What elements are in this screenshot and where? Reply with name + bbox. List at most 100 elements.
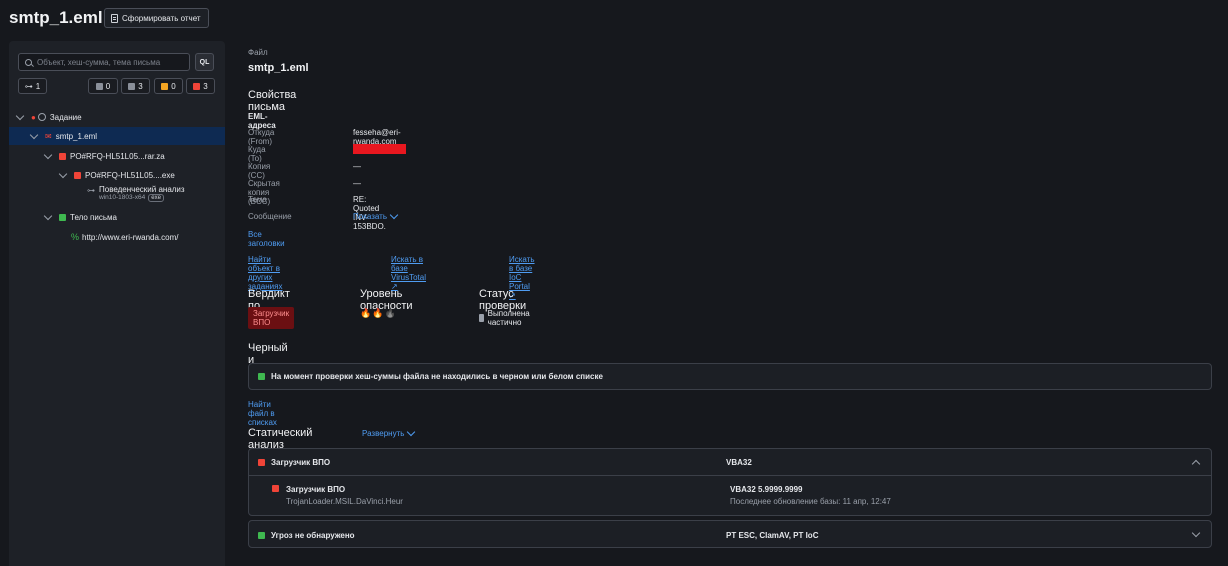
alert-icon: ● [31,112,36,122]
all-headers-link[interactable]: Все заголовки [248,230,285,248]
circle-status-icon [37,113,46,121]
generate-report-button[interactable]: Сформировать отчет [104,8,209,28]
counter-gray[interactable]: 0 [88,78,118,94]
field-cc-value: — [353,162,361,171]
chevron-down-icon[interactable] [1191,528,1201,538]
chevron-down-icon [389,210,399,220]
ql-button[interactable]: QL [195,53,214,71]
tree-structure-icon: ⊶ [24,81,33,91]
lists-message-row: На момент проверки хеш-суммы файла не на… [258,372,1211,381]
static-result-clean: Угроз не обнаружено PT ESC, ClamAV, PT I… [248,520,1212,548]
verdict-badge: Загрузчик ВПО [248,307,295,329]
red-square-icon [272,485,279,492]
counter-yellow[interactable]: 0 [154,78,183,94]
search-box[interactable] [18,53,190,71]
sidebar: QL ⊶ 1 0 3 0 3 ● Задание ✉ smtp_1.eml PO… [9,41,225,566]
static-detail-update: Последнее обновление базы: 11 апр, 12:47 [730,497,891,506]
tree-item-email-label: smtp_1.eml [55,131,98,141]
green-square-icon [258,531,265,539]
partial-status-icon [479,314,484,322]
static-row-name: Загрузчик ВПО [271,457,331,467]
envelope-icon: ✉ [45,131,52,141]
tree-item-body-label: Тело письма [70,212,117,222]
counter-box-value: 3 [138,81,143,91]
static-result-malware: Загрузчик ВПО VBA32 Загрузчик ВПО Trojan… [248,448,1212,516]
static-detail-engine: VBA32 5.9999.9999 [730,485,803,494]
show-message-label: Показать [353,212,388,221]
tree-item-task[interactable]: ● Задание [9,108,225,126]
box-icon [128,82,136,90]
red-square-icon [258,458,265,466]
tree-item-behavior[interactable]: ⊶ Поведенческий анализ win10-1803-x64 exe [9,185,225,209]
process-icon: ⊶ [87,186,95,195]
document-icon [111,13,118,23]
tree-item-body[interactable]: Тело письма [9,208,225,226]
field-from-label: Откуда (From) [248,128,275,146]
field-bcc-value: — [353,179,361,188]
check-status: Выполнена частично [479,309,533,327]
tree-item-task-label: Задание [49,112,82,122]
redacted-to-value [353,144,406,154]
field-subject-label: Тема [248,195,267,204]
search-icon [25,58,32,66]
counter-red[interactable]: 3 [186,78,215,94]
search-input[interactable] [37,57,182,67]
chevron-down-icon [58,169,68,178]
flame-inactive-icon: 🔥 [384,308,396,318]
find-in-other-tasks-link[interactable]: Найти объект в других заданиях [248,255,282,291]
tree-item-archive[interactable]: PO#RFQ-HL51L05...rar.za [9,147,225,165]
find-in-lists-link[interactable]: Найти файл в списках [248,400,277,427]
tree-item-executable-label: PO#RFQ-HL51L05....exe [85,170,175,180]
static-expand-button[interactable]: Развернуть [362,427,416,438]
counter-tree-value: 1 [35,81,41,91]
counter-tree[interactable]: ⊶ 1 [18,78,47,94]
field-to-label: Куда (To) [248,145,266,163]
link-icon: % [71,232,80,242]
danger-level-flames: 🔥 🔥 🔥 [360,308,396,319]
page-title: smtp_1.eml [9,8,103,27]
show-message-link[interactable]: Показать [353,210,399,221]
virustotal-link[interactable]: Искать в базе VirusTotal ↗ [391,255,426,291]
chevron-down-icon [43,211,53,220]
field-message-label: Сообщение [248,212,292,221]
gray-square-icon [95,82,103,90]
exe-badge: exe [148,194,164,202]
static-row-clean-header[interactable]: Угроз не обнаружено PT ESC, ClamAV, PT I… [249,521,1211,549]
top-bar: smtp_1.eml Сформировать отчет [0,0,1228,40]
tree-item-archive-label: PO#RFQ-HL51L05...rar.za [70,151,165,161]
behavior-env: win10-1803-x64 [99,194,146,201]
green-square-icon [59,213,66,221]
tree-item-email[interactable]: ✉ smtp_1.eml [9,127,225,145]
flame-active-icon: 🔥 [360,308,372,318]
counter-gray-value: 0 [105,81,111,91]
green-square-icon [258,373,265,380]
generate-report-label: Сформировать отчет [122,13,201,23]
static-row-engine: VBA32 [726,457,752,467]
file-name: smtp_1.eml [248,62,309,74]
file-label: Файл [248,48,268,57]
chevron-down-icon [15,111,25,120]
chevron-down-icon [29,130,39,139]
red-square-icon [193,82,201,90]
static-row-clean-engines: PT ESC, ClamAV, PT IoC [726,530,819,540]
tree-item-executable[interactable]: PO#RFQ-HL51L05....exe [9,166,225,184]
static-detail-name: Загрузчик ВПО [286,485,346,494]
chevron-up-icon[interactable] [1191,459,1201,469]
red-square-icon [59,152,66,160]
lists-panel: На момент проверки хеш-суммы файла не на… [248,363,1212,390]
field-cc-label: Копия (CC) [248,162,271,180]
static-expand-label: Развернуть [362,429,405,438]
tree-item-url-label: http://www.eri-rwanda.com/ [82,232,179,242]
email-properties-title: Свойства письма [248,89,297,113]
counter-yellow-value: 0 [171,81,176,91]
tree-item-url[interactable]: % http://www.eri-rwanda.com/ [9,228,225,246]
static-row-header[interactable]: Загрузчик ВПО VBA32 [249,449,1211,476]
counter-red-value: 3 [203,81,208,91]
tree-item-behavior-env-wrap: win10-1803-x64 exe [99,194,185,202]
counter-box[interactable]: 3 [121,78,150,94]
static-row-clean-name: Угроз не обнаружено [271,530,355,540]
red-square-icon [74,171,81,179]
yellow-square-icon [161,82,169,90]
chevron-down-icon [407,427,416,437]
chevron-down-icon [43,150,53,159]
